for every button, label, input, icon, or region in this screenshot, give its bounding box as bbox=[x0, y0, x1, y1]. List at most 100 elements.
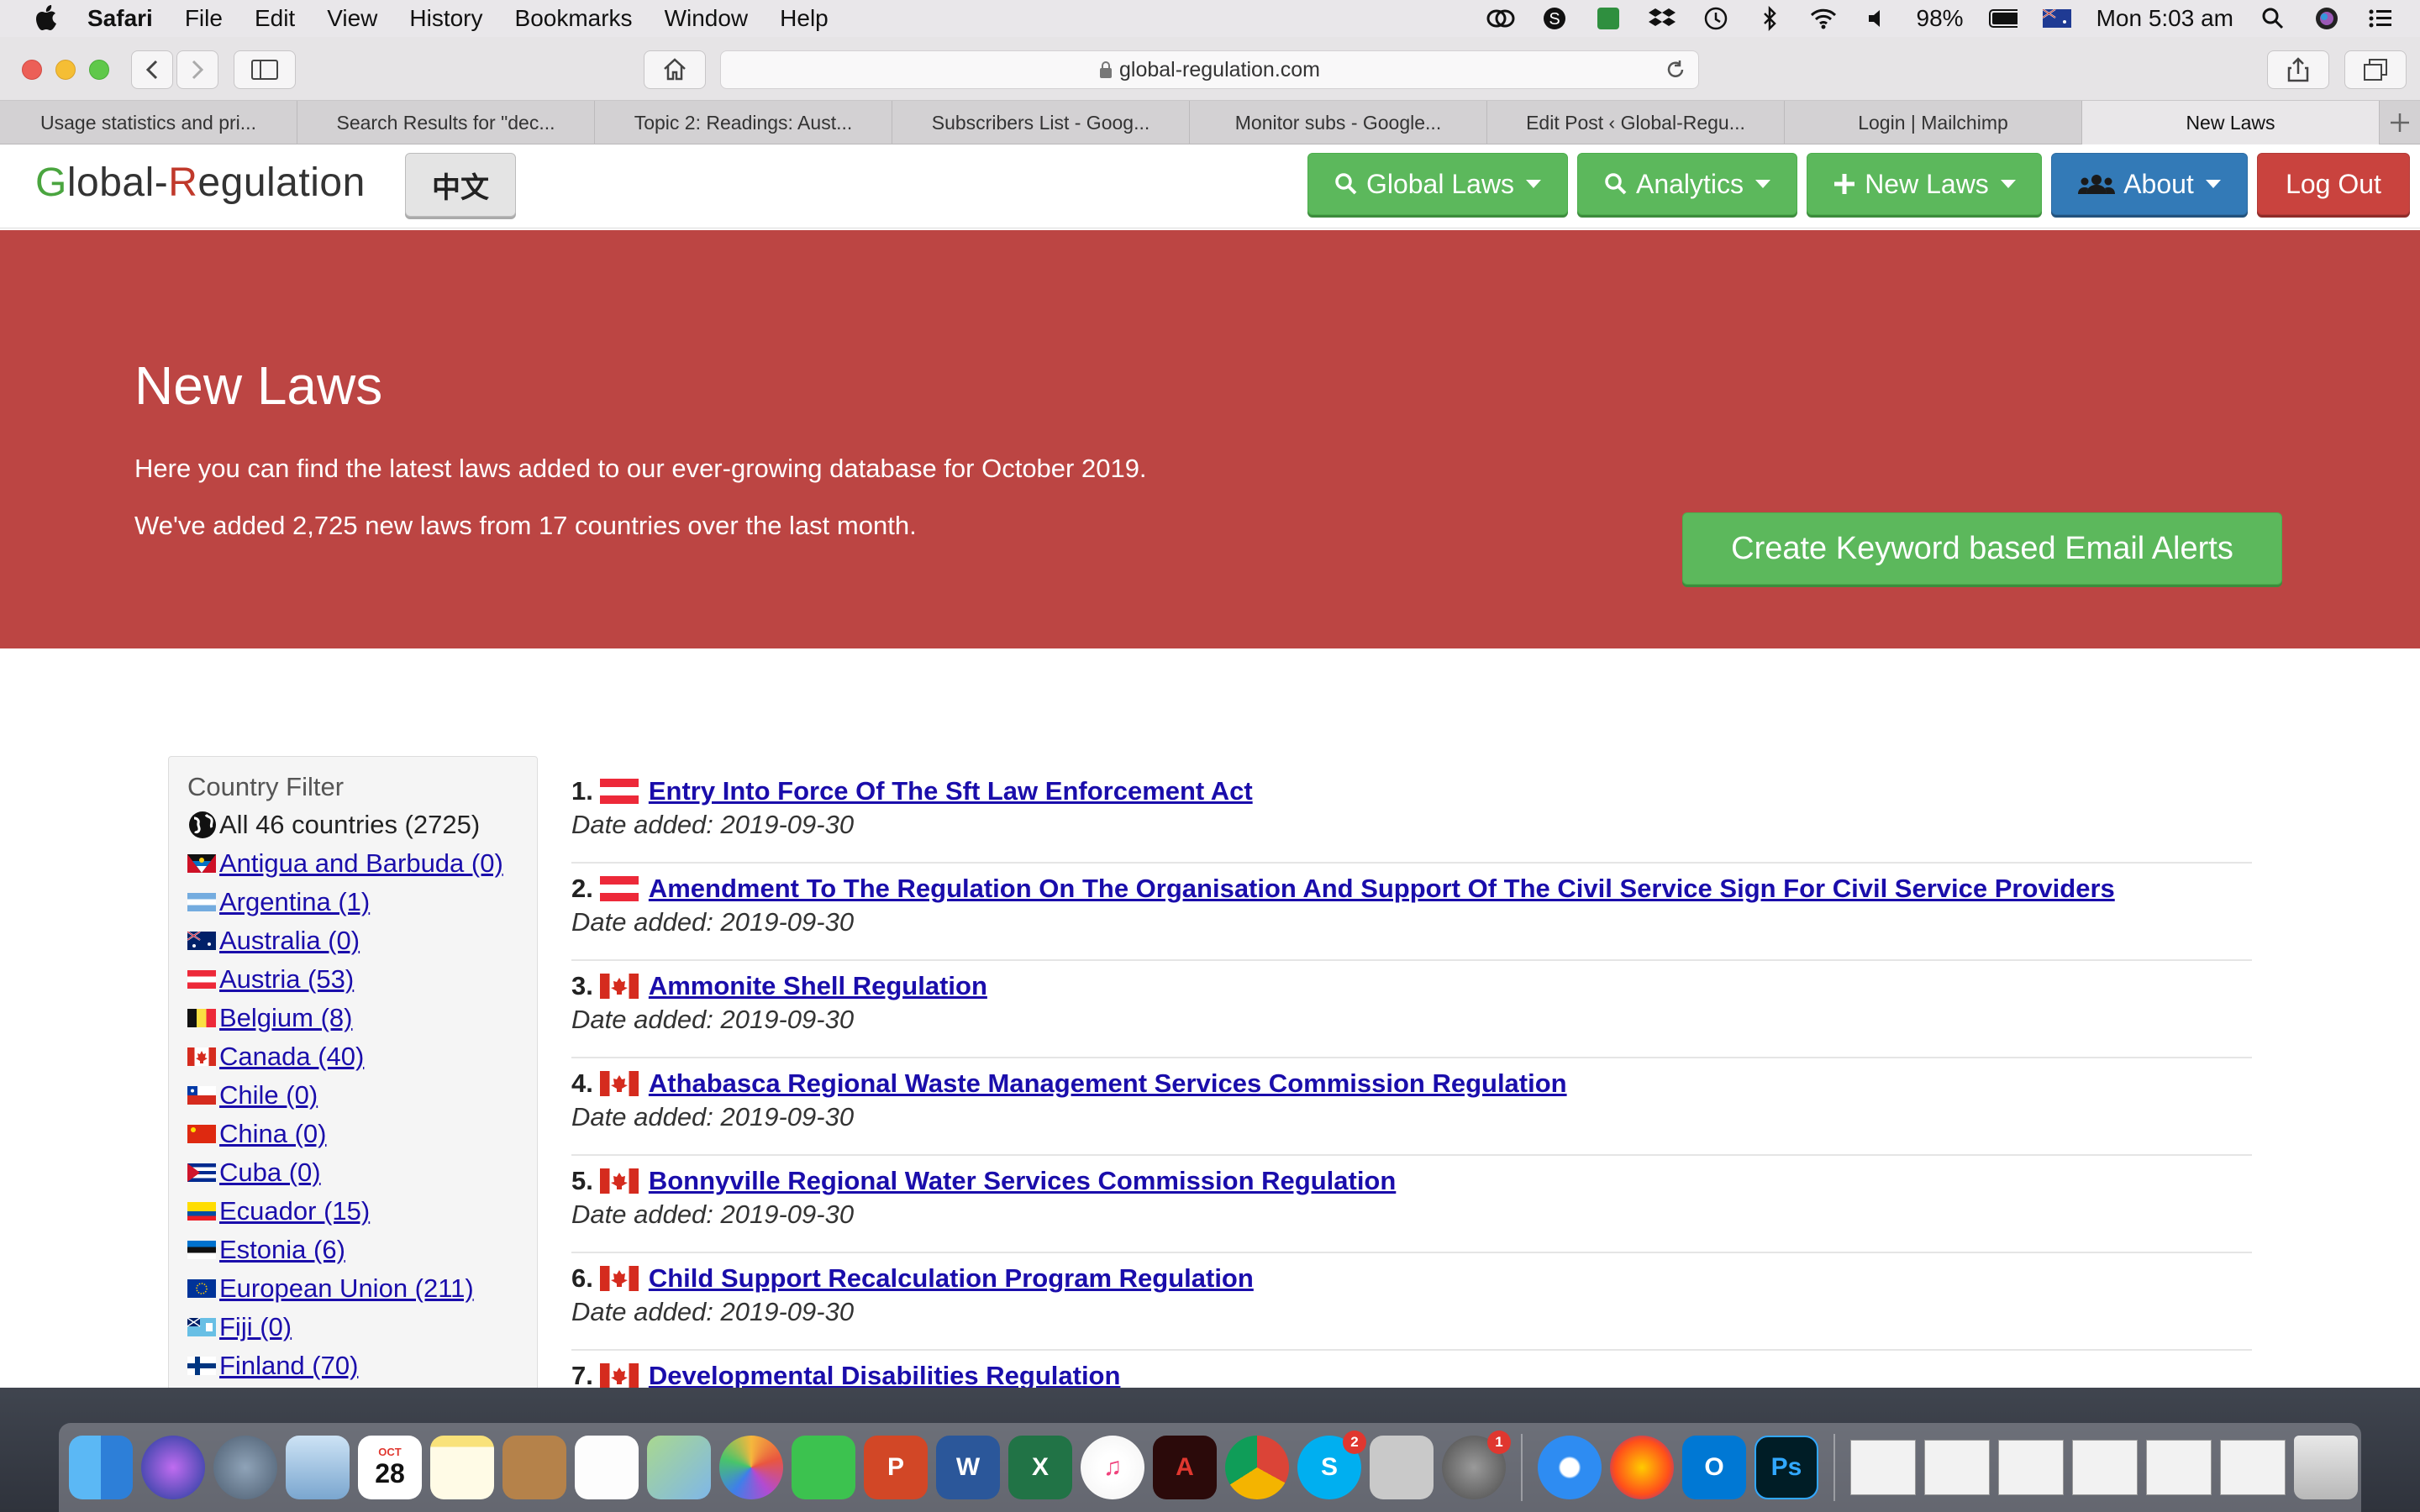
wifi-icon[interactable] bbox=[1809, 6, 1838, 31]
outlook-icon[interactable]: O bbox=[1682, 1436, 1746, 1499]
minimized-window-thumbnail[interactable] bbox=[1924, 1440, 1990, 1495]
browser-tab[interactable]: Edit Post ‹ Global-Regu... bbox=[1487, 101, 1785, 144]
filter-country-canada[interactable]: Canada (40) bbox=[187, 1037, 537, 1076]
clock[interactable]: Mon 5:03 am bbox=[2096, 5, 2233, 32]
acrobat-icon[interactable]: A bbox=[1153, 1436, 1217, 1499]
home-button[interactable] bbox=[644, 50, 706, 89]
minimized-window-thumbnail[interactable] bbox=[1998, 1440, 2064, 1495]
menu-view[interactable]: View bbox=[327, 5, 377, 32]
browser-tab[interactable]: Subscribers List - Goog... bbox=[892, 101, 1190, 144]
minimized-window-thumbnail[interactable] bbox=[2146, 1440, 2212, 1495]
browser-tab[interactable]: Usage statistics and pri... bbox=[0, 101, 297, 144]
finder-icon[interactable] bbox=[69, 1436, 133, 1499]
photoshop-icon[interactable]: Ps bbox=[1754, 1436, 1818, 1499]
evernote-icon[interactable] bbox=[1594, 6, 1623, 31]
bluetooth-icon[interactable] bbox=[1755, 6, 1784, 31]
filter-country-eu[interactable]: European Union (211) bbox=[187, 1269, 537, 1308]
firefox-icon[interactable] bbox=[1610, 1436, 1674, 1499]
filter-country-cuba[interactable]: Cuba (0) bbox=[187, 1153, 537, 1192]
contacts-icon[interactable] bbox=[502, 1436, 566, 1499]
site-logo[interactable]: Global-Regulation bbox=[35, 160, 366, 206]
law-link[interactable]: Developmental Disabilities Regulation bbox=[649, 1361, 1121, 1388]
filter-country-argentina[interactable]: Argentina (1) bbox=[187, 883, 537, 921]
browser-tab-active[interactable]: New Laws bbox=[2082, 101, 2380, 144]
spotlight-search-icon[interactable] bbox=[2259, 6, 2287, 31]
log-out-button[interactable]: Log Out bbox=[2257, 153, 2410, 215]
notification-center-icon[interactable] bbox=[2366, 6, 2395, 31]
menu-bookmarks[interactable]: Bookmarks bbox=[515, 5, 633, 32]
new-tab-button[interactable] bbox=[2380, 101, 2420, 144]
chinese-language-button[interactable]: 中文 bbox=[405, 153, 516, 217]
notes-icon[interactable] bbox=[430, 1436, 494, 1499]
sidebar-button[interactable] bbox=[234, 50, 296, 89]
analytics-dropdown[interactable]: Analytics bbox=[1577, 153, 1797, 215]
menu-help[interactable]: Help bbox=[780, 5, 829, 32]
system-preferences-icon[interactable]: 1 bbox=[1442, 1431, 1511, 1499]
itunes-icon[interactable]: ♫ bbox=[1081, 1436, 1144, 1499]
reload-icon[interactable] bbox=[1665, 59, 1686, 81]
filter-country-austria[interactable]: Austria (53) bbox=[187, 960, 537, 999]
law-link[interactable]: Athabasca Regional Waste Management Serv… bbox=[649, 1068, 1567, 1099]
launchpad-icon[interactable] bbox=[213, 1436, 277, 1499]
filter-country-ecuador[interactable]: Ecuador (15) bbox=[187, 1192, 537, 1231]
menu-history[interactable]: History bbox=[409, 5, 482, 32]
mail-stamp-icon[interactable] bbox=[286, 1436, 350, 1499]
siri-icon[interactable] bbox=[141, 1436, 205, 1499]
skype-dock-icon[interactable]: S2 bbox=[1297, 1431, 1366, 1499]
zoom-window-button[interactable] bbox=[89, 60, 109, 80]
photos-icon[interactable] bbox=[719, 1436, 783, 1499]
browser-tab[interactable]: Login | Mailchimp bbox=[1785, 101, 2082, 144]
law-link[interactable]: Entry Into Force Of The Sft Law Enforcem… bbox=[649, 776, 1253, 806]
create-email-alerts-button[interactable]: Create Keyword based Email Alerts bbox=[1682, 512, 2282, 585]
filter-country-belgium[interactable]: Belgium (8) bbox=[187, 999, 537, 1037]
calendar-icon[interactable]: OCT 28 bbox=[358, 1436, 422, 1499]
powerpoint-icon[interactable]: P bbox=[864, 1436, 928, 1499]
minimized-window-thumbnail[interactable] bbox=[2072, 1440, 2138, 1495]
filter-country-china[interactable]: China (0) bbox=[187, 1115, 537, 1153]
law-link[interactable]: Bonnyville Regional Water Services Commi… bbox=[649, 1166, 1396, 1196]
filter-country-australia[interactable]: Australia (0) bbox=[187, 921, 537, 960]
apple-menu-icon[interactable] bbox=[34, 4, 59, 33]
browser-tab[interactable]: Monitor subs - Google... bbox=[1190, 101, 1487, 144]
time-machine-icon[interactable] bbox=[1702, 6, 1730, 31]
maps-icon[interactable] bbox=[647, 1436, 711, 1499]
chrome-icon[interactable] bbox=[1225, 1436, 1289, 1499]
trash-icon[interactable] bbox=[2294, 1436, 2358, 1499]
forward-button[interactable] bbox=[176, 50, 218, 89]
minimized-window-thumbnail[interactable] bbox=[2220, 1440, 2286, 1495]
skype-icon[interactable]: S bbox=[1540, 6, 1569, 31]
address-bar[interactable]: global-regulation.com bbox=[720, 50, 1699, 89]
menu-edit[interactable]: Edit bbox=[255, 5, 295, 32]
excel-icon[interactable]: X bbox=[1008, 1436, 1072, 1499]
close-window-button[interactable] bbox=[22, 60, 42, 80]
browser-tab[interactable]: Search Results for "dec... bbox=[297, 101, 595, 144]
filter-country-finland[interactable]: Finland (70) bbox=[187, 1347, 537, 1385]
menu-window[interactable]: Window bbox=[665, 5, 749, 32]
filter-country-fiji[interactable]: Fiji (0) bbox=[187, 1308, 537, 1347]
creative-cloud-icon[interactable] bbox=[1486, 6, 1515, 31]
filter-country-estonia[interactable]: Estonia (6) bbox=[187, 1231, 537, 1269]
volume-icon[interactable] bbox=[1863, 6, 1891, 31]
input-source-flag-icon[interactable] bbox=[2042, 6, 2071, 31]
filter-all-countries[interactable]: All 46 countries (2725) bbox=[187, 806, 537, 844]
law-link[interactable]: Child Support Recalculation Program Regu… bbox=[649, 1263, 1254, 1294]
menu-safari[interactable]: Safari bbox=[87, 5, 153, 32]
menu-file[interactable]: File bbox=[185, 5, 223, 32]
minimized-window-thumbnail[interactable] bbox=[1850, 1440, 1916, 1495]
reminders-icon[interactable] bbox=[575, 1436, 639, 1499]
global-laws-dropdown[interactable]: Global Laws bbox=[1307, 153, 1568, 215]
word-icon[interactable]: W bbox=[936, 1436, 1000, 1499]
facetime-icon[interactable] bbox=[792, 1436, 855, 1499]
dropbox-icon[interactable] bbox=[1648, 6, 1676, 31]
new-laws-dropdown[interactable]: New Laws bbox=[1807, 153, 2042, 215]
back-button[interactable] bbox=[131, 50, 173, 89]
calculator-icon[interactable] bbox=[1370, 1436, 1434, 1499]
law-link[interactable]: Amendment To The Regulation On The Organ… bbox=[649, 874, 2115, 904]
battery-icon[interactable] bbox=[1988, 6, 2018, 31]
filter-country-antigua[interactable]: Antigua and Barbuda (0) bbox=[187, 844, 537, 883]
browser-tab[interactable]: Topic 2: Readings: Aust... bbox=[595, 101, 892, 144]
minimize-window-button[interactable] bbox=[55, 60, 76, 80]
law-link[interactable]: Ammonite Shell Regulation bbox=[649, 971, 987, 1001]
filter-country-chile[interactable]: Chile (0) bbox=[187, 1076, 537, 1115]
siri-icon[interactable] bbox=[2312, 6, 2341, 31]
